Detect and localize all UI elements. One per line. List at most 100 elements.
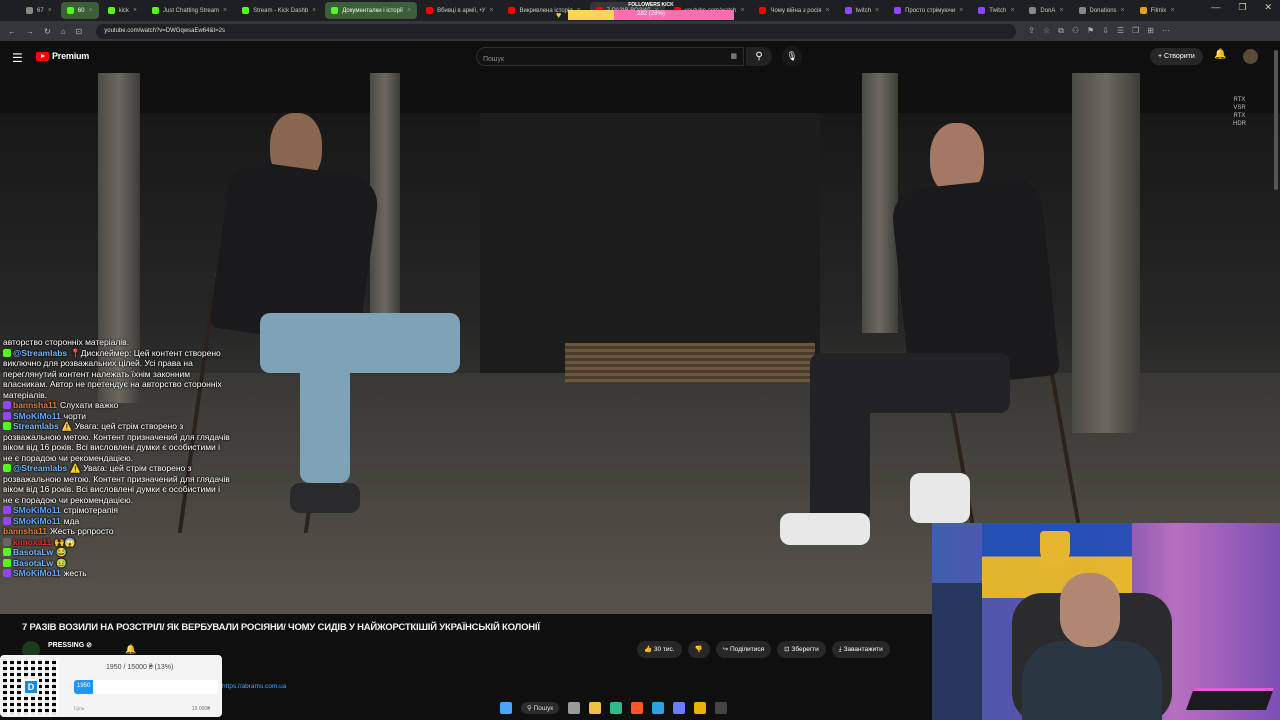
browser-tab[interactable]: 67 × (20, 2, 58, 19)
obs-icon[interactable] (715, 702, 728, 714)
search-button[interactable]: ⚲ (746, 47, 772, 66)
extension-icon[interactable]: ☰ (1117, 26, 1124, 36)
maximize-button[interactable]: ❐ (1238, 2, 1246, 13)
share-button[interactable]: ↪ Поділитися (715, 641, 772, 658)
menu-icon[interactable]: ☰ (12, 51, 23, 65)
youtube-masthead: ☰ Premium ▦ ⚲ 🎙 + Створити 🔔 (0, 41, 1280, 73)
chat-text: стрімотерапія (63, 505, 118, 515)
browser-tab[interactable]: Donations × (1073, 2, 1131, 19)
home-icon[interactable]: ⌂ (61, 27, 66, 36)
youtube-play-icon (36, 51, 49, 61)
chrome-icon[interactable] (694, 702, 707, 714)
page-scrollbar[interactable] (1274, 50, 1278, 190)
extension-icon[interactable]: ⊞ (1147, 26, 1154, 36)
tab-close-icon[interactable]: × (959, 7, 963, 14)
platform-badge-icon (3, 506, 11, 514)
browser-tab[interactable]: Просто стрімуючи × (888, 2, 969, 19)
tab-close-icon[interactable]: × (1170, 7, 1174, 14)
donation-progress-value: 1950 (77, 683, 91, 689)
rtx-label: RTX (1233, 97, 1246, 103)
tab-close-icon[interactable]: × (48, 7, 52, 14)
tab-close-icon[interactable]: × (875, 7, 879, 14)
file-explorer-icon[interactable] (589, 702, 602, 714)
description-link[interactable]: https://abrams.com.ua (222, 683, 286, 690)
streamer-webcam (932, 523, 1280, 720)
platform-badge-icon (3, 401, 11, 409)
extension-icon[interactable]: ⚇ (1072, 26, 1079, 36)
extension-icons: ⇪ ☆ ⧉ ⚇ ⚑ ⇩ ☰ ❐ ⊞ ⋯ (1028, 26, 1170, 36)
chat-username: SMoKiMo11 (13, 505, 61, 515)
browser-tab[interactable]: Документалки і історії × (325, 2, 418, 19)
edge-icon[interactable] (610, 702, 623, 714)
tab-label: Twitch (989, 7, 1007, 14)
subscription-bell-icon[interactable]: 🔔 (125, 644, 136, 655)
tab-favicon-icon (426, 7, 434, 14)
browser-tab[interactable]: Just Chatting Stream × (146, 2, 233, 19)
heart-icon: ♥ (556, 10, 562, 20)
chat-username: SMoKiMo11 (13, 410, 61, 421)
task-view-icon[interactable] (568, 702, 581, 714)
save-button[interactable]: ⊡ Зберегти (777, 641, 826, 658)
address-bar[interactable]: youtube.com/watch?v=DWGqwsaEw64&t=2s (96, 23, 1017, 39)
tab-close-icon[interactable]: × (88, 7, 92, 14)
donation-qr-code: D (3, 659, 59, 715)
extension-icon[interactable]: ⇩ (1102, 26, 1109, 36)
browser-toolbar: ← → ↻ ⌂ ⊡ youtube.com/watch?v=DWGqwsaEw6… (0, 21, 1280, 41)
create-button[interactable]: + Створити (1150, 48, 1203, 65)
tab-close-icon[interactable]: × (407, 7, 411, 14)
chat-username: BasotaLw (13, 547, 54, 557)
platform-badge-icon (3, 558, 11, 567)
extension-icon[interactable]: ⇪ (1028, 26, 1035, 36)
download-button[interactable]: ⤓ Завантажити (831, 641, 890, 658)
youtube-logo[interactable]: Premium (36, 51, 89, 61)
tab-close-icon[interactable]: × (1121, 7, 1125, 14)
telegram-icon[interactable] (652, 702, 665, 714)
minimize-button[interactable]: — (1211, 2, 1220, 13)
browser-tab[interactable]: 60 × (60, 2, 99, 19)
store-icon[interactable] (673, 702, 686, 714)
extension-icon[interactable]: ☆ (1043, 26, 1050, 36)
notifications-icon[interactable]: 🔔 (1214, 49, 1226, 60)
browser-tab[interactable]: kick × (102, 2, 143, 19)
tab-close-icon[interactable]: × (740, 7, 744, 14)
taskbar-search[interactable]: ⚲ Пошук (521, 702, 560, 714)
like-button[interactable]: 👍 30 тис. (637, 641, 682, 658)
account-avatar[interactable] (1243, 49, 1258, 64)
close-window-button[interactable]: ✕ (1264, 2, 1272, 13)
browser-tab[interactable]: Twitch × (972, 2, 1020, 19)
tab-close-icon[interactable]: × (133, 7, 137, 14)
keyboard-icon[interactable]: ▦ (730, 52, 737, 60)
tab-close-icon[interactable]: × (223, 7, 227, 14)
extension-icon[interactable]: ⋯ (1162, 26, 1170, 36)
search-input[interactable] (477, 51, 717, 68)
back-icon[interactable]: ← (8, 27, 16, 36)
tab-favicon-icon (894, 7, 902, 14)
url-text: youtube.com/watch?v=DWGqwsaEw64&t=2s (104, 28, 225, 34)
browser-tab[interactable]: twitch × (839, 2, 885, 19)
dislike-button[interactable]: 👎 (687, 641, 710, 658)
tab-close-icon[interactable]: × (489, 7, 493, 14)
tab-close-icon[interactable]: × (826, 7, 830, 14)
brave-icon[interactable] (631, 702, 644, 714)
windows-start-icon[interactable] (500, 702, 512, 714)
forward-icon[interactable]: → (26, 27, 34, 36)
browser-tab[interactable]: Filmix × (1134, 2, 1181, 19)
sidebar-icon[interactable]: ⊡ (76, 27, 83, 36)
browser-tab[interactable]: Вбивці в армії, •У × (420, 2, 499, 19)
extension-icon[interactable]: ❐ (1132, 26, 1139, 36)
browser-tab[interactable]: DonA × (1023, 2, 1069, 19)
tab-close-icon[interactable]: × (1059, 7, 1063, 14)
extension-icon[interactable]: ⚑ (1087, 26, 1094, 36)
browser-tab[interactable]: Чому війна з росія × (753, 2, 835, 19)
extension-icon[interactable]: ⧉ (1058, 26, 1064, 36)
followers-progress-text: 282 (28%) (637, 11, 665, 17)
channel-name[interactable]: PRESSING ⊘ (48, 641, 92, 649)
reload-icon[interactable]: ↻ (44, 27, 51, 36)
tab-favicon-icon (1029, 7, 1037, 14)
tab-close-icon[interactable]: × (312, 7, 316, 14)
donation-goal-label: Ціль (74, 706, 85, 712)
voice-search-button[interactable]: 🎙 (782, 47, 802, 66)
video-scene-planks (565, 343, 815, 383)
tab-close-icon[interactable]: × (1010, 7, 1014, 14)
browser-tab[interactable]: Stream - Kick Dashb × (236, 2, 322, 19)
